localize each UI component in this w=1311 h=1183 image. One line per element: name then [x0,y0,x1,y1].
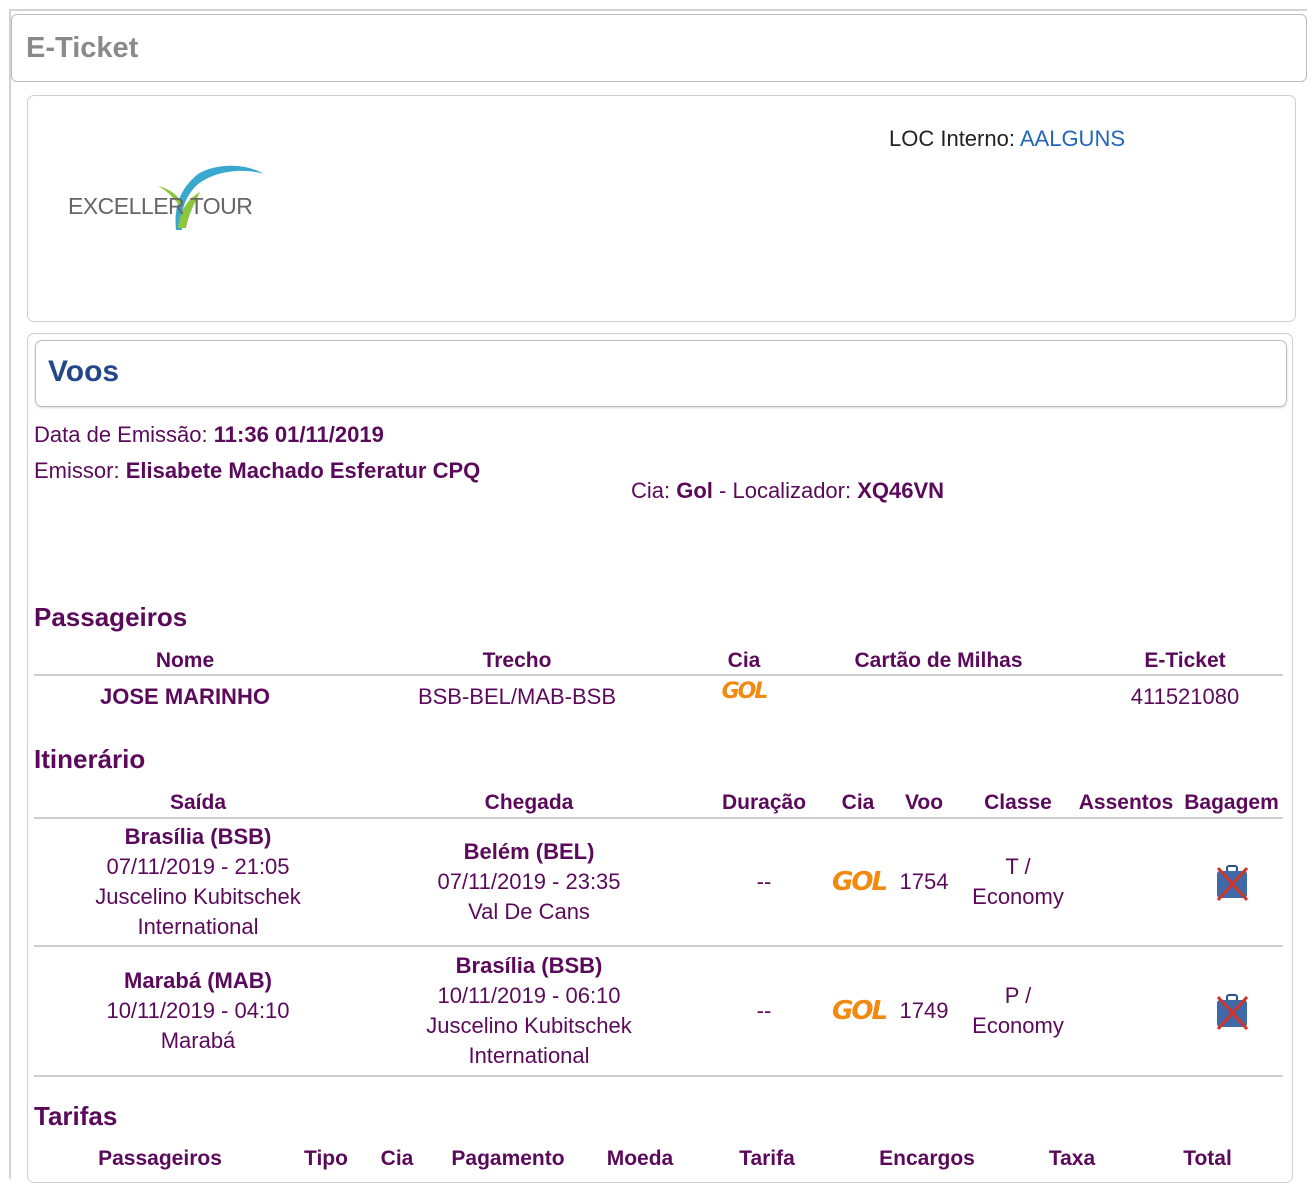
col-cartao: Cartão de Milhas [854,648,1023,672]
localizador-value: XQ46VN [857,478,945,503]
saida-datetime: 10/11/2019 - 04:10 [106,998,290,1023]
logo-text: EXCELLER TOUR [68,193,253,219]
voo-number: 1754 [884,817,964,946]
gol-logo-icon: GOL [832,866,888,897]
emissor-label: Emissor: [34,458,120,483]
emissor-value: Elisabete Machado Esferatur CPQ [125,458,481,483]
header-panel: EXCELLER TOUR LOC Interno: AALGUNS [27,95,1296,322]
passenger-trecho: BSB-BEL/MAB-BSB [336,674,698,717]
saida-city: Brasília (BSB) [124,824,272,849]
loc-interno: LOC Interno: AALGUNS [889,126,1125,152]
no-baggage-icon [1216,865,1248,902]
table-row: JOSE MARINHO BSB-BEL/MAB-BSB GOL 4115210… [34,674,1283,717]
col-saida: Saída [169,790,227,814]
saida-airport: Marabá [160,1028,236,1053]
passageiros-table: Nome Trecho Cia Cartão de Milhas E-Ticke… [34,647,1283,717]
col-trecho: Trecho [482,648,552,672]
col-cia: Cia [727,648,761,672]
title-panel: E-Ticket [11,14,1307,82]
classe-name: Economy [972,884,1064,909]
emissor: Emissor: Elisabete Machado Esferatur CPQ [34,458,480,484]
tarifas-table: Passageiros Tipo Cia Pagamento Moeda Tar… [34,1146,1283,1172]
emissao-label: Data de Emissão: [34,422,208,447]
table-row: Brasília (BSB) 07/11/2019 - 21:05 Juscel… [34,817,1283,946]
page-title: E-Ticket [26,32,139,64]
classe-name: Economy [972,1013,1064,1038]
emissao-value: 11:36 01/11/2019 [213,422,384,447]
col-total: Total [1183,1147,1232,1170]
col-chegada: Chegada [484,790,574,814]
voo-number: 1749 [884,945,964,1076]
chegada-airport: Val De Cans [468,899,590,924]
passenger-eticket: 411521080 [1087,674,1283,717]
voos-header: Voos [35,340,1287,407]
chegada-airport-2: International [468,1043,590,1068]
gol-logo-icon: GOL [721,679,769,704]
col-tarifa: Tarifa [739,1147,795,1170]
loc-label: LOC Interno: [889,126,1015,151]
saida-city: Marabá (MAB) [124,968,272,993]
itinerario-table: Saída Chegada Duração Cia Voo Classe Ass… [34,788,1283,1078]
gol-logo-icon: GOL [832,995,888,1026]
voos-title: Voos [48,355,120,388]
localizador-label: - Localizador: [712,478,852,503]
col-cia: Cia [841,790,875,814]
chegada-datetime: 07/11/2019 - 23:35 [437,869,621,894]
exceller-tour-logo: EXCELLER TOUR [68,160,268,232]
duracao: -- [696,817,832,946]
col-bagagem: Bagagem [1184,790,1279,814]
duracao: -- [696,945,832,1076]
tarifas-title: Tarifas [34,1101,118,1131]
col-pagamento: Pagamento [451,1147,565,1170]
col-cia: Cia [380,1147,414,1170]
col-eticket: E-Ticket [1144,648,1226,672]
col-nome: Nome [155,648,215,672]
itinerario-title: Itinerário [34,744,146,774]
saida-airport: Juscelino Kubitschek [95,884,301,909]
passageiros-title: Passageiros [34,602,188,632]
no-baggage-icon [1216,994,1248,1031]
chegada-airport: Juscelino Kubitschek [426,1013,632,1038]
col-passageiros: Passageiros [98,1147,222,1170]
cia-label: Cia: [631,478,671,503]
assentos [1072,817,1180,946]
passenger-name: JOSE MARINHO [34,674,336,717]
chegada-datetime: 10/11/2019 - 06:10 [437,983,621,1008]
col-encargos: Encargos [879,1147,975,1170]
col-voo: Voo [904,790,944,814]
loc-value[interactable]: AALGUNS [1020,126,1125,151]
saida-airport-2: International [137,914,259,939]
saida-datetime: 07/11/2019 - 21:05 [106,854,290,879]
col-classe: Classe [984,790,1052,814]
chegada-city: Belém (BEL) [463,839,595,864]
table-row: Marabá (MAB) 10/11/2019 - 04:10 Marabá B… [34,945,1283,1076]
classe-code: P / [1004,983,1032,1008]
col-assentos: Assentos [1078,790,1174,814]
chegada-city: Brasília (BSB) [455,953,603,978]
col-moeda: Moeda [606,1147,674,1170]
assentos [1072,945,1180,1076]
cia-localizador: Cia: Gol - Localizador: XQ46VN [631,478,944,504]
classe-code: T / [1005,854,1031,879]
col-duracao: Duração [721,790,807,814]
data-emissao: Data de Emissão: 11:36 01/11/2019 [34,422,384,448]
cia-value: Gol [676,478,713,503]
col-tipo: Tipo [304,1147,348,1170]
passenger-cartao [790,674,1087,717]
col-taxa: Taxa [1048,1147,1096,1170]
